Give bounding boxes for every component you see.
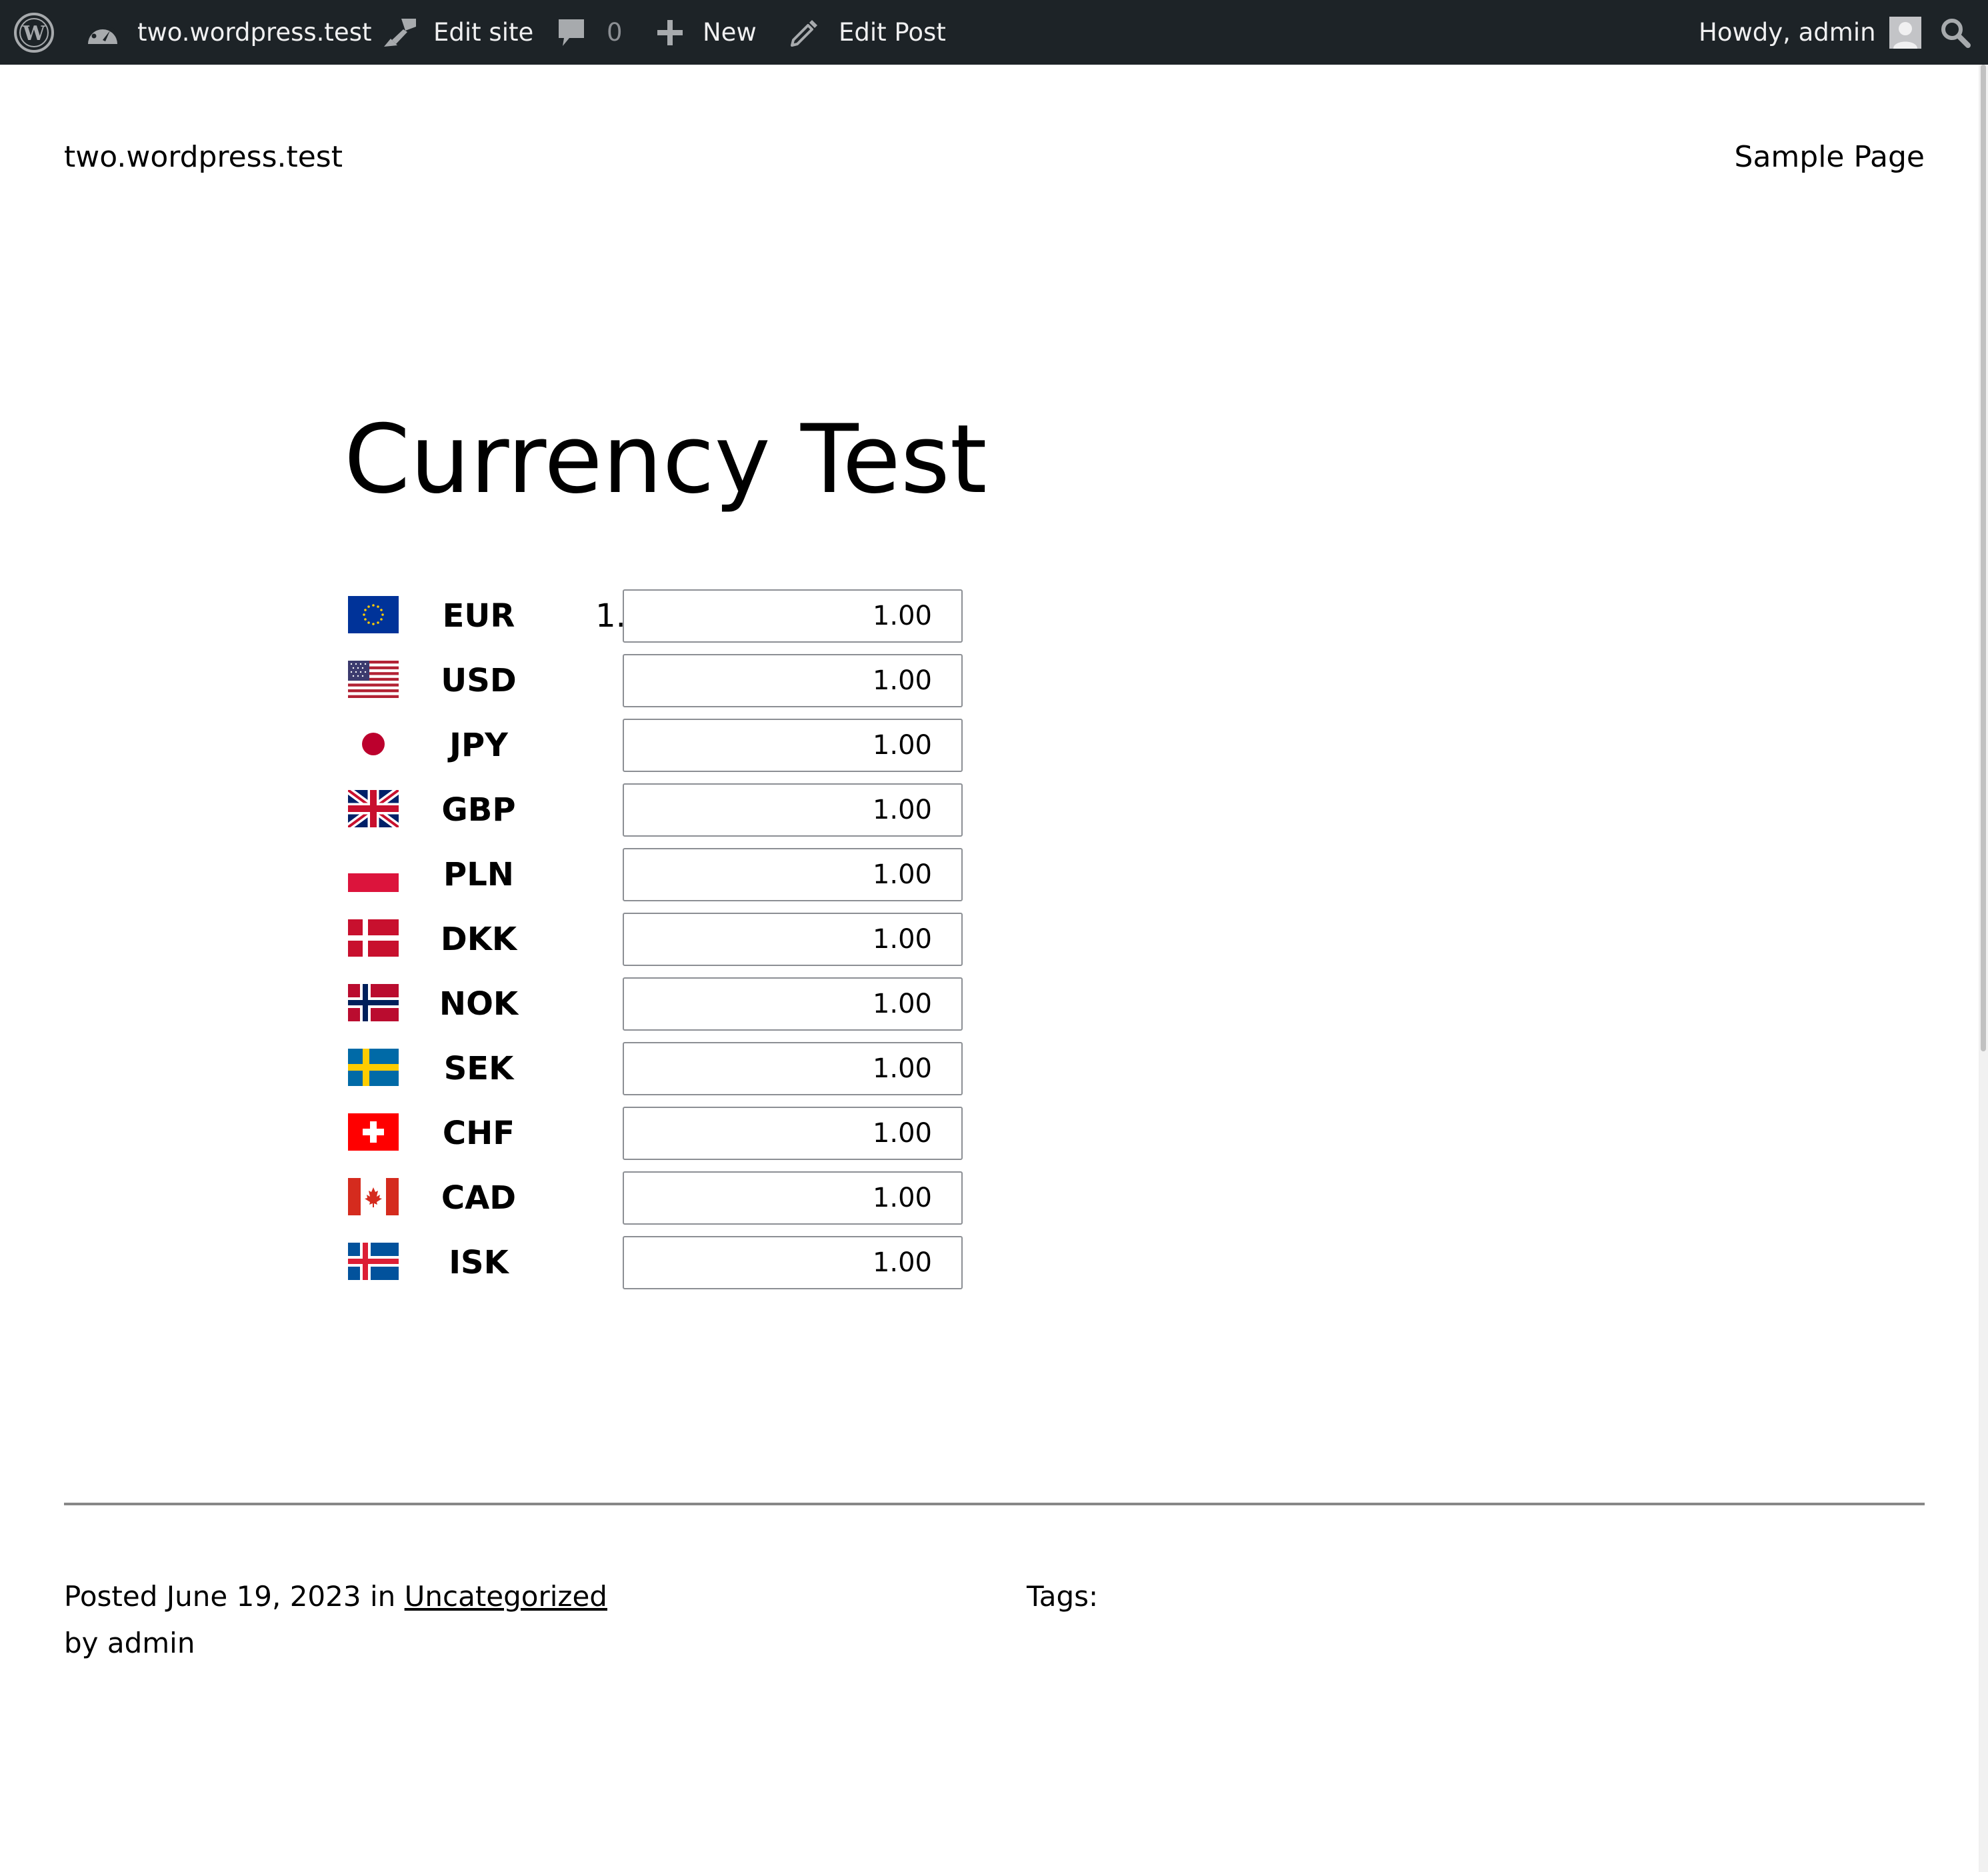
post-date: June 19, 2023 [166, 1580, 361, 1613]
posted-prefix: Posted [64, 1580, 158, 1613]
pencil-icon [788, 17, 819, 48]
amount-input-usd[interactable] [623, 654, 963, 707]
currency-row-nok: NOK 1 [345, 977, 965, 1042]
currency-row-usd: USD 1 [345, 654, 965, 719]
amount-input-eur[interactable] [623, 589, 963, 643]
currency-code: ISK [449, 1244, 509, 1281]
currency-code: DKK [440, 921, 517, 958]
is-flag-icon [348, 1243, 399, 1280]
site-title-link[interactable]: two.wordpress.test [64, 140, 343, 174]
comments-count: 0 [607, 18, 623, 47]
ch-flag-icon [348, 1113, 399, 1151]
currency-row-isk: ISK 1 [345, 1236, 965, 1301]
separator [64, 1503, 1925, 1505]
category-link[interactable]: Uncategorized [405, 1580, 607, 1613]
currency-row-jpy: JPY 1 [345, 719, 965, 783]
howdy-label: Howdy, admin [1699, 18, 1876, 47]
currency-code: USD [441, 662, 517, 699]
edit-post-link[interactable]: Edit Post [788, 0, 946, 65]
amount-input-nok[interactable] [623, 977, 963, 1031]
currency-row-gbp: GBP 1 [345, 783, 965, 848]
currency-code: GBP [441, 791, 516, 829]
amount-input-isk[interactable] [623, 1236, 963, 1289]
admin-bar: W two.wordpress.test Edit site 0 New Edi… [0, 0, 1988, 65]
currency-code: CAD [441, 1179, 517, 1217]
scrollbar[interactable] [1979, 65, 1988, 1872]
currency-row-chf: CHF 1 [345, 1107, 965, 1171]
amount-input-gbp[interactable] [623, 783, 963, 837]
dashboard-icon [85, 17, 120, 48]
brush-icon [381, 16, 419, 49]
comments-link[interactable]: 0 [556, 0, 623, 65]
page-title: Currency Test [344, 405, 987, 515]
currency-code: CHF [442, 1115, 515, 1152]
post-meta: Posted June 19, 2023 in Uncategorized by… [64, 1573, 607, 1667]
posted-line: Posted June 19, 2023 in Uncategorized [64, 1573, 607, 1620]
currency-row-sek: SEK 1 [345, 1042, 965, 1107]
ca-flag-icon [348, 1178, 399, 1215]
new-content-menu[interactable]: New [656, 0, 757, 65]
edit-site-link[interactable]: Edit site [381, 0, 533, 65]
currency-row-eur: EUR 1.00 [345, 589, 965, 654]
dk-flag-icon [348, 919, 399, 957]
amount-input-dkk[interactable] [623, 913, 963, 966]
search-icon[interactable] [1940, 0, 1971, 65]
currency-row-cad: CAD 1 [345, 1171, 965, 1236]
currency-row-pln: PLN 1 [345, 848, 965, 913]
us-flag-icon [348, 661, 399, 698]
amount-input-sek[interactable] [623, 1042, 963, 1095]
plus-icon [656, 19, 684, 47]
svg-text:W: W [22, 22, 46, 45]
gb-flag-icon [348, 790, 399, 827]
edit-post-label: Edit Post [839, 18, 946, 47]
amount-input-jpy[interactable] [623, 719, 963, 772]
wordpress-logo-icon[interactable]: W [13, 0, 55, 65]
no-flag-icon [348, 984, 399, 1021]
currency-row-dkk: DKK 1 [345, 913, 965, 977]
currency-code: JPY [449, 727, 508, 764]
eu-flag-icon [348, 596, 399, 633]
scrollbar-thumb[interactable] [1981, 65, 1986, 1051]
tags-label: Tags: [1027, 1580, 1099, 1613]
amount-input-chf[interactable] [623, 1107, 963, 1160]
site-name-label: two.wordpress.test [137, 18, 372, 47]
comment-bubble-icon [556, 17, 587, 49]
currency-code: NOK [439, 985, 519, 1023]
currency-code: EUR [442, 597, 515, 635]
in-word: in [369, 1580, 396, 1613]
amount-input-cad[interactable] [623, 1171, 963, 1225]
jp-flag-icon [348, 725, 399, 763]
avatar [1889, 16, 1921, 49]
account-menu[interactable]: Howdy, admin [1699, 0, 1921, 65]
nav-item-sample-page[interactable]: Sample Page [1735, 140, 1925, 174]
edit-site-label: Edit site [433, 18, 534, 47]
pl-flag-icon [348, 855, 399, 892]
currency-code: PLN [443, 856, 514, 893]
currency-rates-list: EUR 1.00 USD 1.00 JPY 1.00 GBP 1.00 PLN … [345, 589, 965, 1301]
amount-input-pln[interactable] [623, 848, 963, 901]
site-name-menu[interactable]: two.wordpress.test [85, 0, 371, 65]
author-line: by admin [64, 1627, 195, 1659]
se-flag-icon [348, 1049, 399, 1086]
new-label: New [703, 18, 757, 47]
currency-code: SEK [443, 1050, 514, 1087]
